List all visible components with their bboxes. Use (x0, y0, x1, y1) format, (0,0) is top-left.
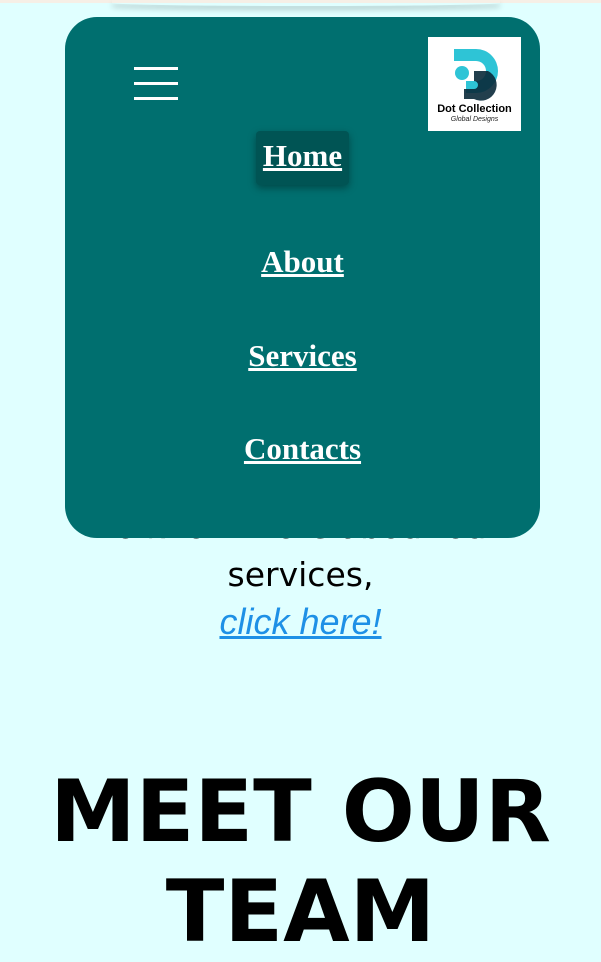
nav-link-services[interactable]: Services (241, 331, 363, 385)
logo-name: Dot Collection (437, 103, 512, 115)
hamburger-menu-icon[interactable] (134, 67, 178, 101)
nav-link-contacts[interactable]: Contacts (237, 424, 368, 478)
nav-item-about: About (65, 237, 540, 291)
nav-item-services: Services (65, 331, 540, 385)
nav-panel: Dot Collection Global Designs Home About… (65, 17, 540, 538)
nav-link-home[interactable]: Home (255, 131, 350, 185)
team-heading: MEET OUR TEAM (50, 762, 551, 962)
logo-mark-icon (454, 49, 498, 101)
top-shadow (112, 0, 500, 6)
logo[interactable]: Dot Collection Global Designs (428, 37, 521, 131)
services-link[interactable]: click here! (0, 600, 601, 644)
nav-item-home: Home (65, 131, 540, 185)
nav-link-about[interactable]: About (254, 237, 351, 291)
logo-tagline: Global Designs (450, 116, 499, 123)
services-teaser-line2: services, (227, 555, 374, 594)
nav-item-contacts: Contacts (65, 424, 540, 478)
